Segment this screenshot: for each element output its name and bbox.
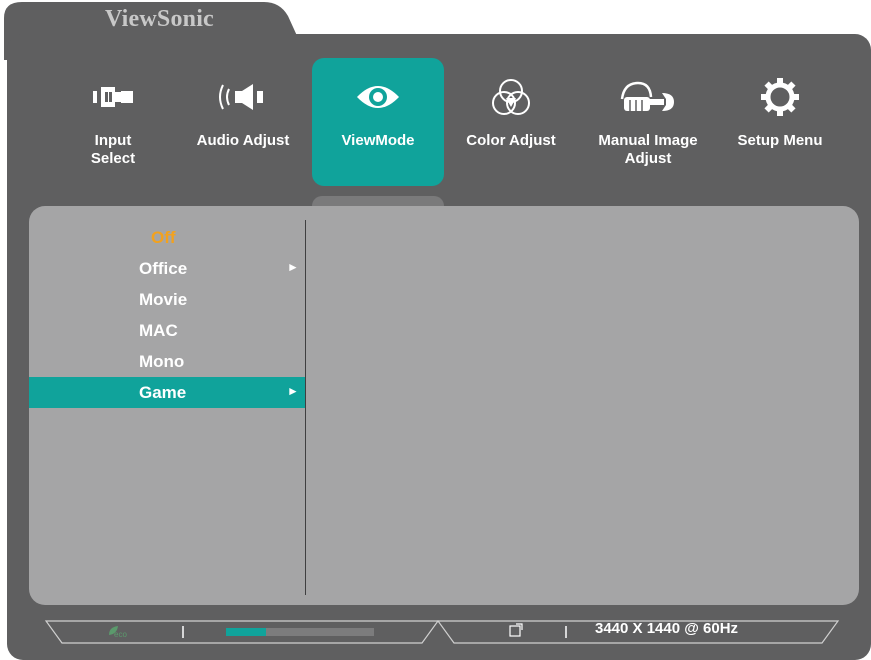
menu-item-mac[interactable]: MAC [29,315,305,346]
menu-item-label: Mono [139,352,185,371]
menu-item-label: MAC [139,321,178,340]
color-circles-icon [455,72,567,122]
nav-setup-menu-label: Setup Menu [737,132,823,149]
input-select-icon [61,72,165,122]
menu-item-game[interactable]: Game ► [29,377,305,408]
menu-item-label: Game [139,383,187,402]
speaker-icon [184,72,302,122]
nav-setup-menu[interactable]: Setup Menu [724,58,836,186]
nav-color-adjust-label: Color Adjust [466,132,556,149]
gear-icon [724,72,836,122]
menu-item-office[interactable]: Office ► [29,253,305,284]
nav-audio-adjust-label: Audio Adjust [196,132,290,149]
eye-icon [312,72,444,122]
submenu-arrow-icon: ► [287,384,299,398]
external-link-icon [509,623,523,637]
hand-wrench-icon [584,72,712,122]
main-nav: Input Select Audio Adjust ViewMode Color… [0,0,871,200]
nav-input-select[interactable]: Input Select [61,58,165,186]
nav-manual-image-adjust[interactable]: Manual Image Adjust [584,58,712,186]
menu-item-label: Off [151,228,176,247]
nav-audio-adjust[interactable]: Audio Adjust [184,58,302,186]
menu-item-label: Office [139,259,188,278]
nav-viewmode-label: ViewMode [341,132,415,149]
brightness-meter-icon [226,628,374,636]
menu-item-mono[interactable]: Mono [29,346,305,377]
menu-item-off[interactable]: Off [29,222,305,253]
nav-manual-image-adjust-label: Manual Image Adjust [598,132,698,167]
eco-label: eco [114,630,127,639]
status-bar: eco [44,620,840,644]
nav-color-adjust[interactable]: Color Adjust [455,58,567,186]
nav-viewmode[interactable]: ViewMode [312,58,444,186]
submenu-arrow-icon: ► [287,260,299,274]
menu-item-label: Movie [139,290,188,309]
nav-input-select-label: Input Select [90,132,136,167]
menu-divider [305,220,306,595]
menu-item-movie[interactable]: Movie [29,284,305,315]
resolution-readout: 3440 X 1440 @ 60Hz [595,620,739,637]
